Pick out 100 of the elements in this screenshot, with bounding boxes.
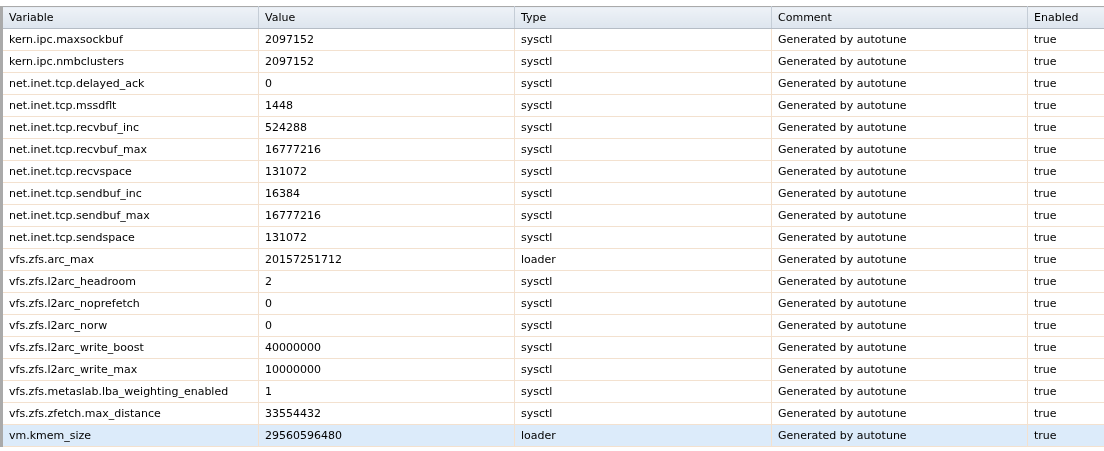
table-cell: 131072 xyxy=(258,226,515,249)
table-cell: Generated by autotune xyxy=(771,402,1028,425)
table-row[interactable]: kern.ipc.maxsockbuf 2097152 sysctl Generated by autotune true xyxy=(1,28,1104,51)
table-cell: vfs.zfs.metaslab.lba_weighting_enabled xyxy=(1,380,259,403)
table-cell: Generated by autotune xyxy=(771,358,1028,381)
table-cell: true xyxy=(1027,270,1104,293)
table-cell: 0 xyxy=(258,72,515,95)
table-cell: Generated by autotune xyxy=(771,424,1028,447)
table-cell: net.inet.tcp.sendbuf_inc xyxy=(1,182,259,205)
table-cell: 29560596480 xyxy=(258,424,515,447)
column-header[interactable]: Enabled xyxy=(1027,6,1104,29)
table-row[interactable]: vfs.zfs.l2arc_norw 0 sysctl Generated by autotune true xyxy=(1,314,1104,337)
table-cell: sysctl xyxy=(514,116,772,139)
table-cell: sysctl xyxy=(514,314,772,337)
table-cell: true xyxy=(1027,50,1104,73)
column-header[interactable]: Comment xyxy=(771,6,1028,29)
selected-row[interactable]: vm.kmem_size 29560596480 loader Generated by autotune true xyxy=(1,424,1104,447)
table-cell: 2097152 xyxy=(258,50,515,73)
table-row[interactable]: net.inet.tcp.recvbuf_max 16777216 sysctl Generated by autotune true xyxy=(1,138,1104,161)
table-cell: net.inet.tcp.recvbuf_inc xyxy=(1,116,259,139)
table-cell: sysctl xyxy=(514,270,772,293)
table-cell: Generated by autotune xyxy=(771,292,1028,315)
table-row[interactable]: vfs.zfs.l2arc_noprefetch 0 sysctl Generated by autotune true xyxy=(1,292,1104,315)
table-cell: sysctl xyxy=(514,204,772,227)
table-cell: sysctl xyxy=(514,402,772,425)
table-cell: 40000000 xyxy=(258,336,515,359)
table-row[interactable]: net.inet.tcp.delayed_ack 0 sysctl Generated by autotune true xyxy=(1,72,1104,95)
table-row[interactable]: vfs.zfs.metaslab.lba_weighting_enabled 1 sysctl Generated by autotune true xyxy=(1,380,1104,403)
table-cell: true xyxy=(1027,160,1104,183)
table-row[interactable]: vfs.zfs.zfetch.max_distance 33554432 sysctl Generated by autotune true xyxy=(1,402,1104,425)
table-cell: true xyxy=(1027,72,1104,95)
column-header[interactable]: Variable xyxy=(1,6,259,29)
table-cell: vfs.zfs.arc_max xyxy=(1,248,259,271)
table-cell: sysctl xyxy=(514,50,772,73)
table-cell: true xyxy=(1027,94,1104,117)
table-cell: Generated by autotune xyxy=(771,94,1028,117)
table-cell: Generated by autotune xyxy=(771,226,1028,249)
table-cell: 131072 xyxy=(258,160,515,183)
table-cell: loader xyxy=(514,424,772,447)
table-cell: net.inet.tcp.recvspace xyxy=(1,160,259,183)
table-cell: Generated by autotune xyxy=(771,336,1028,359)
table-cell: Generated by autotune xyxy=(771,380,1028,403)
table-cell: true xyxy=(1027,226,1104,249)
table-cell: net.inet.tcp.recvbuf_max xyxy=(1,138,259,161)
table-cell: sysctl xyxy=(514,336,772,359)
table-cell: 2 xyxy=(258,270,515,293)
table-cell: vfs.zfs.l2arc_headroom xyxy=(1,270,259,293)
table-cell: vfs.zfs.l2arc_write_boost xyxy=(1,336,259,359)
table-cell: vfs.zfs.l2arc_norw xyxy=(1,314,259,337)
table-cell: 10000000 xyxy=(258,358,515,381)
table-cell: Generated by autotune xyxy=(771,28,1028,51)
table-cell: Generated by autotune xyxy=(771,204,1028,227)
table-cell: Generated by autotune xyxy=(771,160,1028,183)
table-row[interactable]: vfs.zfs.arc_max 20157251712 loader Generated by autotune true xyxy=(1,248,1104,271)
table-cell: 1 xyxy=(258,380,515,403)
table-row[interactable]: net.inet.tcp.mssdflt 1448 sysctl Generated by autotune true xyxy=(1,94,1104,117)
table-cell: Generated by autotune xyxy=(771,182,1028,205)
table-cell: Generated by autotune xyxy=(771,270,1028,293)
table-cell: 0 xyxy=(258,314,515,337)
table-cell: sysctl xyxy=(514,358,772,381)
table-cell: net.inet.tcp.sendbuf_max xyxy=(1,204,259,227)
table-row[interactable]: net.inet.tcp.sendbuf_max 16777216 sysctl Generated by autotune true xyxy=(1,204,1104,227)
table-cell: true xyxy=(1027,314,1104,337)
table-cell: net.inet.tcp.mssdflt xyxy=(1,94,259,117)
table-cell: Generated by autotune xyxy=(771,248,1028,271)
table-cell: loader xyxy=(514,248,772,271)
table-cell: kern.ipc.nmbclusters xyxy=(1,50,259,73)
table-row[interactable]: net.inet.tcp.recvspace 131072 sysctl Generated by autotune true xyxy=(1,160,1104,183)
table-cell: 33554432 xyxy=(258,402,515,425)
table-cell: true xyxy=(1027,116,1104,139)
table-cell: 1448 xyxy=(258,94,515,117)
table-cell: sysctl xyxy=(514,226,772,249)
table-cell: 16777216 xyxy=(258,138,515,161)
column-header[interactable]: Type xyxy=(514,6,772,29)
table-row[interactable]: kern.ipc.nmbclusters 2097152 sysctl Generated by autotune true xyxy=(1,50,1104,73)
column-header[interactable]: Value xyxy=(258,6,515,29)
table-cell: true xyxy=(1027,248,1104,271)
table-cell: 20157251712 xyxy=(258,248,515,271)
table-cell: true xyxy=(1027,138,1104,161)
table-row[interactable]: net.inet.tcp.recvbuf_inc 524288 sysctl Generated by autotune true xyxy=(1,116,1104,139)
table-cell: 16384 xyxy=(258,182,515,205)
table-cell: Generated by autotune xyxy=(771,116,1028,139)
table-row[interactable]: vfs.zfs.l2arc_write_max 10000000 sysctl Generated by autotune true xyxy=(1,358,1104,381)
table-cell: 524288 xyxy=(258,116,515,139)
table-cell: true xyxy=(1027,204,1104,227)
table-cell: Generated by autotune xyxy=(771,72,1028,95)
table-cell: true xyxy=(1027,28,1104,51)
table-cell: Generated by autotune xyxy=(771,138,1028,161)
table-cell: sysctl xyxy=(514,380,772,403)
table-row[interactable]: net.inet.tcp.sendbuf_inc 16384 sysctl Generated by autotune true xyxy=(1,182,1104,205)
table-row[interactable]: vfs.zfs.l2arc_write_boost 40000000 sysctl Generated by autotune true xyxy=(1,336,1104,359)
table-cell: true xyxy=(1027,182,1104,205)
table-row[interactable]: vfs.zfs.l2arc_headroom 2 sysctl Generated by autotune true xyxy=(1,270,1104,293)
table-cell: sysctl xyxy=(514,28,772,51)
table-cell: vfs.zfs.zfetch.max_distance xyxy=(1,402,259,425)
table-cell: kern.ipc.maxsockbuf xyxy=(1,28,259,51)
table-row[interactable]: net.inet.tcp.sendspace 131072 sysctl Generated by autotune true xyxy=(1,226,1104,249)
table-cell: 0 xyxy=(258,292,515,315)
table-cell: vfs.zfs.l2arc_noprefetch xyxy=(1,292,259,315)
table-cell: vm.kmem_size xyxy=(1,424,259,447)
